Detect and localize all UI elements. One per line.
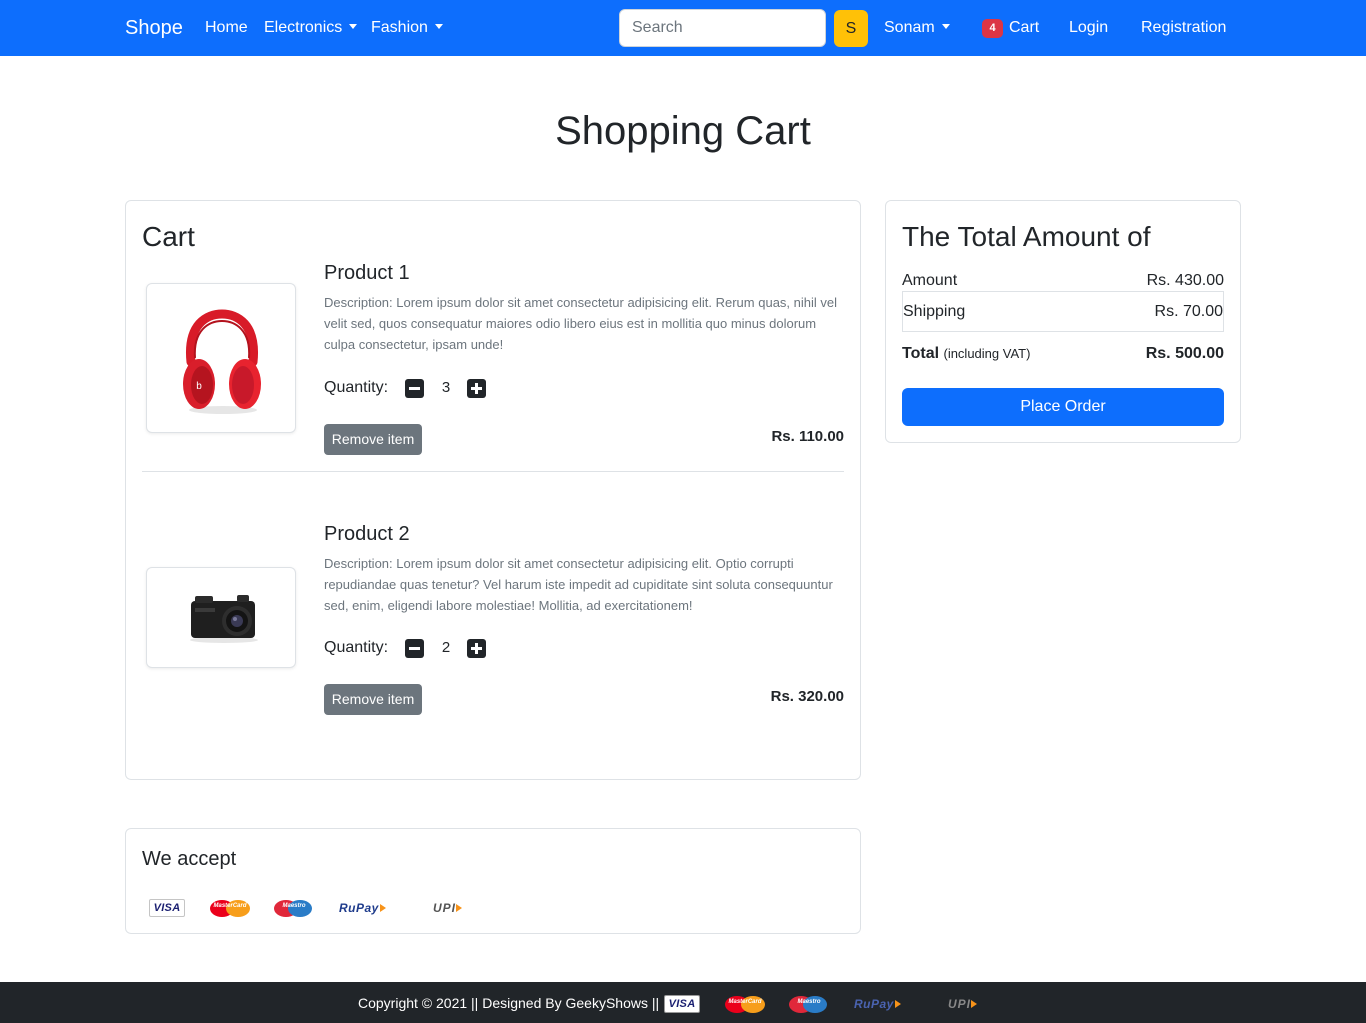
headphones-image: b xyxy=(183,309,261,414)
order-summary-card: The Total Amount of Amount Rs. 430.00 Sh… xyxy=(885,200,1241,443)
remove-item-button[interactable]: Remove item xyxy=(324,684,422,715)
navbar: Shope Home Electronics Fashion S Sonam 4… xyxy=(0,0,1366,56)
amount-row: Amount Rs. 430.00 xyxy=(902,271,1224,291)
product-2-quantity: 2 xyxy=(441,639,451,656)
product-1-price: Rs. 110.00 xyxy=(771,428,844,445)
quantity-label: Quantity: xyxy=(324,639,389,656)
footer-rupay-logo-text: RuPay xyxy=(854,997,894,1011)
caret-down-icon xyxy=(349,24,358,29)
nav-fashion-label: Fashion xyxy=(371,19,428,36)
mastercard-logo: MasterCard xyxy=(210,900,250,917)
user-name: Sonam xyxy=(884,19,935,36)
product-1-quantity: 3 xyxy=(441,379,451,396)
search-button[interactable]: S xyxy=(834,10,868,47)
rupay-logo-text: RuPay xyxy=(339,901,379,915)
shipping-value: Rs. 70.00 xyxy=(1154,303,1223,320)
footer-mastercard-logo: MasterCard xyxy=(725,996,765,1013)
registration-link[interactable]: Registration xyxy=(1141,18,1226,38)
cart-card: Cart b Product 1 Description: Lorem ipsu… xyxy=(125,200,861,780)
product-1-image: b xyxy=(146,283,296,433)
product-1-title: Product 1 xyxy=(324,262,410,284)
caret-down-icon xyxy=(434,24,443,29)
item-divider xyxy=(142,471,844,472)
page-title: Shopping Cart xyxy=(555,109,811,153)
caret-down-icon xyxy=(941,24,950,29)
payment-heading: We accept xyxy=(142,848,237,870)
amount-label: Amount xyxy=(902,272,958,289)
svg-text:b: b xyxy=(196,381,202,392)
minus-icon xyxy=(409,387,420,390)
upi-logo: UPI xyxy=(433,900,463,916)
maestro-logo: Maestro xyxy=(274,900,314,917)
cart-link-label: Cart xyxy=(1009,19,1040,36)
plus-icon-vertical xyxy=(475,643,478,654)
login-link[interactable]: Login xyxy=(1069,18,1108,38)
footer-maestro-logo-text: Maestro xyxy=(797,999,821,1005)
shipping-label: Shipping xyxy=(903,303,966,320)
nav-fashion-dropdown[interactable]: Fashion xyxy=(371,18,443,38)
increase-quantity-button[interactable] xyxy=(467,639,486,658)
shipping-row: Shipping Rs. 70.00 xyxy=(902,291,1224,332)
amount-value: Rs. 430.00 xyxy=(1146,272,1224,289)
footer-upi-logo: UPI xyxy=(948,996,978,1012)
remove-item-button[interactable]: Remove item xyxy=(324,424,422,455)
user-dropdown[interactable]: Sonam xyxy=(884,18,950,38)
footer: Copyright © 2021 || Designed By GeekySho… xyxy=(0,982,1366,1023)
plus-icon-vertical xyxy=(475,383,478,394)
cart-link[interactable]: 4 Cart xyxy=(982,18,1039,38)
increase-quantity-button[interactable] xyxy=(467,379,486,398)
camera-image xyxy=(190,595,258,643)
brand-logo[interactable]: Shope xyxy=(125,16,183,40)
footer-maestro-logo: Maestro xyxy=(789,996,829,1013)
footer-mastercard-logo-text: MasterCard xyxy=(728,999,762,1005)
product-2-image xyxy=(146,567,296,668)
product-1-description: Description: Lorem ipsum dolor sit amet … xyxy=(324,295,837,352)
quantity-label: Quantity: xyxy=(324,379,389,396)
cart-count-badge: 4 xyxy=(982,19,1003,38)
nav-electronics-label: Electronics xyxy=(264,19,343,36)
total-row: Total (including VAT) Rs. 500.00 xyxy=(902,344,1224,364)
decrease-quantity-button[interactable] xyxy=(405,639,424,658)
total-note: (including VAT) xyxy=(943,346,1031,361)
nav-home-link[interactable]: Home xyxy=(205,18,248,38)
nav-electronics-dropdown[interactable]: Electronics xyxy=(264,18,358,38)
upi-logo-text: UPI xyxy=(433,901,457,915)
minus-icon xyxy=(409,647,420,650)
payment-methods-card: We accept VISA MasterCard Maestro RuPay … xyxy=(125,828,861,934)
footer-copyright: Copyright © 2021 || Designed By GeekySho… xyxy=(358,995,660,1011)
cart-heading: Cart xyxy=(142,221,195,252)
decrease-quantity-button[interactable] xyxy=(405,379,424,398)
total-label: Total xyxy=(902,345,940,362)
visa-logo: VISA xyxy=(149,899,185,917)
rupay-logo: RuPay xyxy=(339,900,386,916)
mastercard-logo-text: MasterCard xyxy=(213,903,247,909)
product-2-description: Description: Lorem ipsum dolor sit amet … xyxy=(324,556,833,613)
product-2-title: Product 2 xyxy=(324,523,410,545)
search-input[interactable] xyxy=(619,9,826,47)
total-value: Rs. 500.00 xyxy=(1145,345,1224,362)
maestro-logo-text: Maestro xyxy=(282,903,306,909)
product-2-price: Rs. 320.00 xyxy=(770,688,844,705)
summary-heading: The Total Amount of xyxy=(902,221,1151,252)
place-order-button[interactable]: Place Order xyxy=(902,388,1224,426)
footer-rupay-logo: RuPay xyxy=(854,996,901,1012)
footer-upi-logo-text: UPI xyxy=(948,997,972,1011)
footer-visa-logo: VISA xyxy=(664,995,700,1013)
